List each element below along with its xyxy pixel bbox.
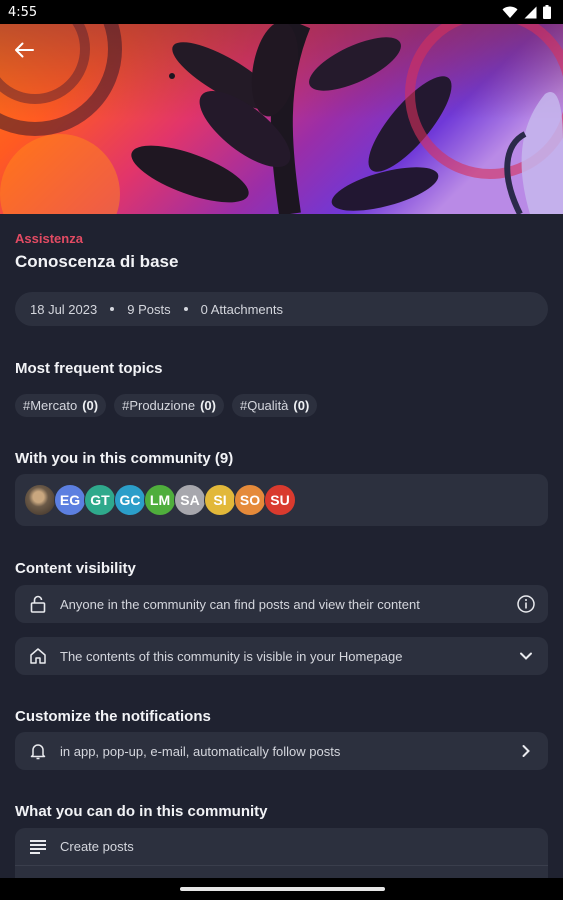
topic-count: (0) <box>82 398 99 413</box>
visibility-homepage-row[interactable]: The contents of this community is visibl… <box>15 637 548 675</box>
info-icon[interactable] <box>516 594 536 614</box>
avatar[interactable]: SO <box>234 484 266 516</box>
topic-count: (0) <box>200 398 216 413</box>
community-category[interactable]: Assistenza <box>15 231 83 246</box>
chevron-down-icon[interactable] <box>516 646 536 666</box>
avatar[interactable]: EG <box>54 484 86 516</box>
system-navigation-bar <box>0 878 563 900</box>
topic-tag[interactable]: #Qualità (0) <box>231 394 318 417</box>
actions-section-title: What you can do in this community <box>15 803 268 820</box>
battery-icon <box>543 5 551 19</box>
topic-tag[interactable]: #Mercato (0) <box>15 394 107 417</box>
community-title: Conoscenza di base <box>15 252 179 271</box>
avatar[interactable]: LM <box>144 484 176 516</box>
action-row[interactable] <box>15 866 548 878</box>
home-icon <box>28 646 48 666</box>
home-gesture-indicator[interactable] <box>180 887 385 891</box>
visibility-find-text: Anyone in the community can find posts a… <box>60 596 420 612</box>
action-label: Create posts <box>60 839 134 854</box>
chevron-right-icon[interactable] <box>516 741 536 761</box>
status-bar: 4:55 <box>0 0 563 24</box>
attachments-count: 0 Attachments <box>200 301 283 317</box>
action-create-posts[interactable]: Create posts <box>15 828 548 866</box>
avatar[interactable]: SA <box>174 484 206 516</box>
topic-name: #Mercato <box>23 398 78 413</box>
lock-icon <box>28 594 48 614</box>
notifications-text: in app, pop-up, e-mail, automatically fo… <box>60 743 341 759</box>
post-lines-icon <box>28 837 48 857</box>
members-section-title: With you in this community (9) <box>15 450 234 467</box>
topic-name: #Produzione <box>122 398 196 413</box>
topics-list: #Mercato (0) #Produzione (0) #Qualità (0) <box>15 394 318 417</box>
wifi-icon <box>502 6 518 18</box>
topic-count: (0) <box>293 398 310 413</box>
visibility-homepage-text: The contents of this community is visibl… <box>60 648 403 664</box>
arrow-left-icon <box>15 42 34 58</box>
community-meta: 18 Jul 2023 9 Posts 0 Attachments <box>15 292 548 326</box>
status-icons <box>502 5 551 19</box>
notifications-row[interactable]: in app, pop-up, e-mail, automatically fo… <box>15 732 548 770</box>
signal-icon <box>524 6 537 18</box>
avatar[interactable]: GT <box>84 484 116 516</box>
community-detail-screen: Assistenza Conoscenza di base 18 Jul 202… <box>0 24 563 878</box>
notifications-section-title: Customize the notifications <box>15 708 211 725</box>
avatar[interactable]: SU <box>264 484 296 516</box>
status-time: 4:55 <box>8 4 38 20</box>
topic-name: #Qualità <box>239 398 289 413</box>
back-button[interactable] <box>8 34 40 66</box>
creation-date: 18 Jul 2023 <box>30 301 98 317</box>
separator-dot <box>183 307 188 311</box>
avatar[interactable]: SI <box>204 484 236 516</box>
topics-section-title: Most frequent topics <box>15 360 163 377</box>
visibility-find-row: Anyone in the community can find posts a… <box>15 585 548 623</box>
separator-dot <box>110 307 115 311</box>
members-list[interactable]: EG GT GC LM SA SI SO SU <box>15 474 548 526</box>
bell-icon <box>28 741 48 761</box>
actions-list: Create posts <box>15 828 548 878</box>
topic-tag[interactable]: #Produzione (0) <box>114 394 224 417</box>
community-banner-image <box>0 24 563 214</box>
avatar[interactable]: GC <box>114 484 146 516</box>
visibility-section-title: Content visibility <box>15 560 136 577</box>
posts-count: 9 Posts <box>127 301 171 317</box>
avatar-photo[interactable] <box>24 484 56 516</box>
